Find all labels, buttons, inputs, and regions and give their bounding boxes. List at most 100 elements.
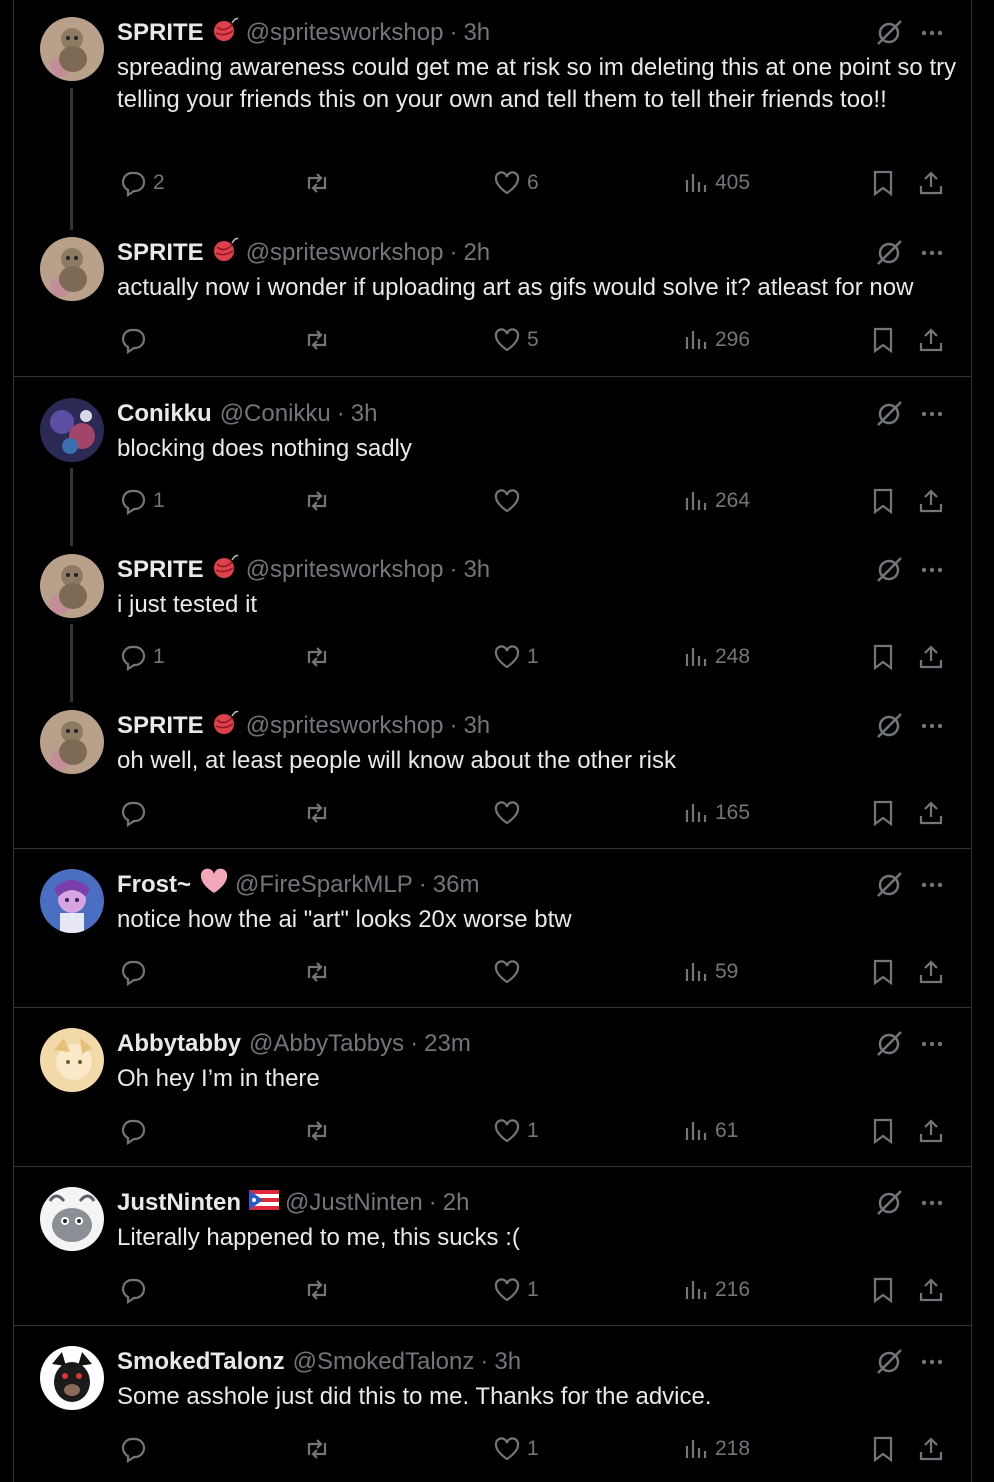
avatar[interactable] (40, 710, 104, 774)
grok-icon[interactable] (874, 555, 904, 585)
like-button[interactable]: 5 (493, 325, 539, 355)
like-button[interactable]: 1 (493, 1275, 539, 1305)
views-button[interactable]: 59 (683, 957, 738, 987)
share-button[interactable] (917, 1434, 945, 1464)
repost-button[interactable] (303, 642, 331, 672)
like-button[interactable] (493, 957, 521, 987)
bookmark-button[interactable] (869, 168, 897, 198)
reply-button[interactable]: 2 (119, 168, 165, 198)
views-button[interactable]: 218 (683, 1434, 750, 1464)
share-button[interactable] (917, 325, 945, 355)
post-time[interactable]: 3h (494, 1347, 521, 1377)
share-button[interactable] (917, 486, 945, 516)
author-name[interactable]: Conikku (117, 399, 212, 429)
more-options-icon[interactable] (917, 1347, 947, 1377)
more-options-icon[interactable] (917, 1029, 947, 1059)
bookmark-button[interactable] (869, 486, 897, 516)
repost-button[interactable] (303, 1275, 331, 1305)
author-handle[interactable]: @SmokedTalonz (293, 1347, 475, 1377)
post[interactable]: SmokedTalonz @SmokedTalonz · 3h Some ass… (14, 0, 971, 1463)
views-button[interactable]: 216 (683, 1275, 750, 1305)
views-button[interactable]: 405 (683, 168, 750, 198)
avatar[interactable] (40, 554, 104, 618)
author-handle[interactable]: @spritesworkshop (246, 238, 444, 268)
grok-icon[interactable] (874, 238, 904, 268)
post-time[interactable]: 2h (443, 1188, 470, 1218)
more-options-icon[interactable] (917, 555, 947, 585)
avatar[interactable] (40, 237, 104, 301)
repost-button[interactable] (303, 798, 331, 828)
author-handle[interactable]: @JustNinten (285, 1188, 423, 1218)
post-time[interactable]: 3h (351, 399, 378, 429)
share-button[interactable] (917, 642, 945, 672)
share-button[interactable] (917, 957, 945, 987)
author-name[interactable]: JustNinten (117, 1188, 241, 1218)
avatar[interactable] (40, 1346, 104, 1410)
share-button[interactable] (917, 1116, 945, 1146)
post-time[interactable]: 36m (433, 870, 480, 900)
bookmark-button[interactable] (869, 325, 897, 355)
repost-button[interactable] (303, 325, 331, 355)
author-handle[interactable]: @Conikku (220, 399, 331, 429)
author-name[interactable]: Frost~ (117, 870, 191, 900)
grok-icon[interactable] (874, 399, 904, 429)
avatar[interactable] (40, 398, 104, 462)
avatar[interactable] (40, 869, 104, 933)
share-button[interactable] (917, 168, 945, 198)
reply-button[interactable]: 1 (119, 642, 165, 672)
reply-button[interactable] (119, 957, 147, 987)
like-button[interactable] (493, 486, 521, 516)
author-name[interactable]: SPRITE (117, 711, 204, 741)
views-button[interactable]: 61 (683, 1116, 738, 1146)
author-name[interactable]: SPRITE (117, 238, 204, 268)
views-button[interactable]: 264 (683, 486, 750, 516)
views-button[interactable]: 165 (683, 798, 750, 828)
post-time[interactable]: 3h (463, 555, 490, 585)
more-options-icon[interactable] (917, 870, 947, 900)
grok-icon[interactable] (874, 870, 904, 900)
bookmark-button[interactable] (869, 1434, 897, 1464)
share-button[interactable] (917, 1275, 945, 1305)
more-options-icon[interactable] (917, 238, 947, 268)
like-button[interactable]: 1 (493, 1116, 539, 1146)
avatar[interactable] (40, 1028, 104, 1092)
avatar[interactable] (40, 1187, 104, 1251)
grok-icon[interactable] (874, 1029, 904, 1059)
author-handle[interactable]: @AbbyTabbys (249, 1029, 404, 1059)
bookmark-button[interactable] (869, 642, 897, 672)
like-button[interactable] (493, 798, 521, 828)
author-handle[interactable]: @spritesworkshop (246, 555, 444, 585)
author-name[interactable]: SmokedTalonz (117, 1347, 285, 1377)
bookmark-button[interactable] (869, 1116, 897, 1146)
reply-button[interactable] (119, 325, 147, 355)
grok-icon[interactable] (874, 711, 904, 741)
reply-button[interactable] (119, 1275, 147, 1305)
more-options-icon[interactable] (917, 711, 947, 741)
reply-button[interactable] (119, 798, 147, 828)
grok-icon[interactable] (874, 1188, 904, 1218)
reply-button[interactable]: 1 (119, 486, 165, 516)
more-options-icon[interactable] (917, 1188, 947, 1218)
bookmark-button[interactable] (869, 957, 897, 987)
post-time[interactable]: 3h (463, 711, 490, 741)
author-name[interactable]: SPRITE (117, 555, 204, 585)
reply-button[interactable] (119, 1434, 147, 1464)
post-time[interactable]: 23m (424, 1029, 471, 1059)
views-button[interactable]: 296 (683, 325, 750, 355)
author-name[interactable]: Abbytabby (117, 1029, 241, 1059)
author-handle[interactable]: @FireSparkMLP (235, 870, 413, 900)
repost-button[interactable] (303, 168, 331, 198)
bookmark-button[interactable] (869, 1275, 897, 1305)
repost-button[interactable] (303, 486, 331, 516)
repost-button[interactable] (303, 1434, 331, 1464)
views-button[interactable]: 248 (683, 642, 750, 672)
repost-button[interactable] (303, 957, 331, 987)
like-button[interactable]: 6 (493, 168, 539, 198)
author-handle[interactable]: @spritesworkshop (246, 711, 444, 741)
post-time[interactable]: 2h (463, 238, 490, 268)
repost-button[interactable] (303, 1116, 331, 1146)
more-options-icon[interactable] (917, 399, 947, 429)
grok-icon[interactable] (874, 1347, 904, 1377)
like-button[interactable]: 1 (493, 642, 539, 672)
bookmark-button[interactable] (869, 798, 897, 828)
